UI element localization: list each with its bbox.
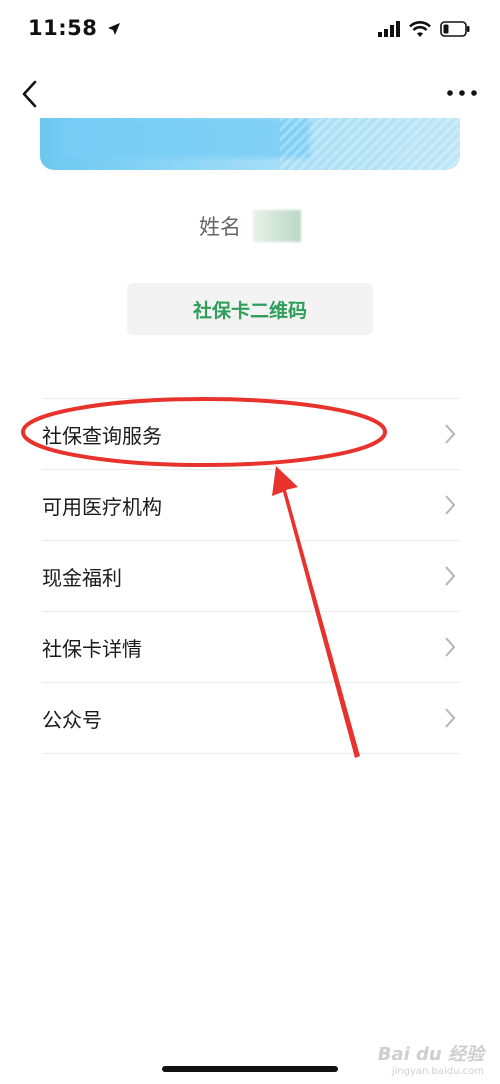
menu-list: 社保查询服务 可用医疗机构 现金福利 社保卡详情 公众号	[42, 398, 460, 754]
watermark-url: jingyan.baidu.com	[391, 1066, 484, 1077]
menu-item-card-details[interactable]: 社保卡详情	[42, 612, 460, 683]
chevron-right-icon	[445, 566, 456, 586]
chevron-right-icon	[445, 708, 456, 728]
back-button[interactable]	[14, 76, 48, 112]
name-value-blurred	[253, 210, 301, 242]
status-bar: 11:58	[0, 0, 500, 60]
menu-item-label: 可用医疗机构	[42, 494, 162, 519]
watermark-logo: Bai du 经验	[377, 1044, 484, 1065]
nav-bar	[0, 70, 500, 120]
menu-item-medical-institutions[interactable]: 可用医疗机构	[42, 470, 460, 541]
battery-icon	[440, 21, 470, 37]
social-security-qr-button[interactable]: 社保卡二维码	[127, 283, 373, 335]
name-label: 姓名	[199, 215, 241, 239]
chevron-right-icon	[445, 495, 456, 515]
menu-item-label: 现金福利	[42, 565, 122, 590]
menu-item-query-service[interactable]: 社保查询服务	[42, 399, 460, 470]
status-time: 11:58	[28, 16, 121, 40]
wifi-icon	[409, 20, 431, 37]
location-arrow-icon	[108, 23, 121, 35]
more-dots-icon	[447, 90, 477, 96]
status-icons	[378, 18, 470, 40]
menu-item-label: 社保卡详情	[42, 636, 142, 661]
card-pattern-region	[280, 118, 460, 170]
chevron-right-icon	[445, 637, 456, 657]
menu-item-label: 社保查询服务	[42, 423, 162, 448]
menu-item-label: 公众号	[42, 707, 102, 732]
menu-item-official-account[interactable]: 公众号	[42, 683, 460, 754]
chevron-left-icon	[22, 80, 37, 108]
more-button[interactable]	[444, 78, 480, 108]
name-row: 姓名	[0, 206, 500, 246]
card-blur-region	[60, 118, 310, 158]
menu-item-cash-benefits[interactable]: 现金福利	[42, 541, 460, 612]
chevron-right-icon	[445, 424, 456, 444]
social-security-card-image	[40, 118, 460, 170]
home-indicator[interactable]	[162, 1066, 338, 1072]
signal-icon	[378, 21, 400, 37]
